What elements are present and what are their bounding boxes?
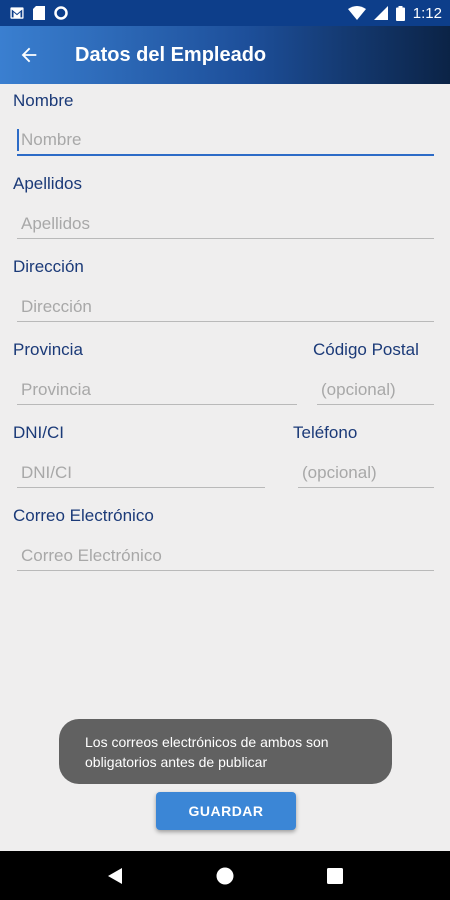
status-right: 1:12 [347, 4, 442, 22]
text-caret [17, 129, 19, 151]
provincia-input[interactable] [17, 375, 297, 405]
navigation-bar [0, 851, 450, 900]
nav-recents-icon [327, 867, 343, 884]
provincia-label: Provincia [13, 340, 83, 359]
codigo-postal-input[interactable] [317, 375, 434, 405]
correo-input[interactable] [17, 541, 434, 571]
battery-icon [395, 5, 405, 21]
telefono-label: Teléfono [293, 423, 358, 442]
correo-label: Correo Electrónico [13, 506, 154, 525]
toast-message: Los correos electrónicos de ambos son ob… [59, 719, 392, 784]
signal-icon [373, 6, 388, 20]
circle-icon [54, 6, 68, 20]
telefono-input[interactable] [298, 458, 434, 488]
app-bar: Datos del Empleado [0, 26, 450, 84]
nav-home-button[interactable] [205, 856, 245, 896]
sd-card-icon [33, 6, 45, 20]
apellidos-label: Apellidos [13, 174, 82, 193]
nav-back-icon [108, 867, 122, 884]
nombre-label: Nombre [13, 91, 74, 110]
status-bar: 1:12 [0, 0, 450, 26]
status-left [10, 6, 68, 20]
nav-home-icon [216, 867, 234, 884]
page-title: Datos del Empleado [75, 43, 267, 66]
codigo-postal-label: Código Postal [313, 340, 419, 359]
direccion-label: Dirección [13, 257, 84, 276]
wifi-icon [347, 6, 366, 20]
nav-recents-button[interactable] [315, 856, 355, 896]
direccion-input[interactable] [17, 292, 434, 322]
nombre-input[interactable] [17, 126, 434, 156]
gmail-icon [10, 7, 24, 19]
back-button[interactable] [0, 26, 58, 84]
status-time: 1:12 [412, 4, 442, 22]
dni-label: DNI/CI [13, 423, 64, 442]
dni-input[interactable] [17, 458, 265, 488]
save-button[interactable]: GUARDAR [156, 792, 296, 830]
nav-back-button[interactable] [95, 856, 135, 896]
apellidos-input[interactable] [17, 209, 434, 239]
arrow-back-icon [21, 47, 37, 63]
